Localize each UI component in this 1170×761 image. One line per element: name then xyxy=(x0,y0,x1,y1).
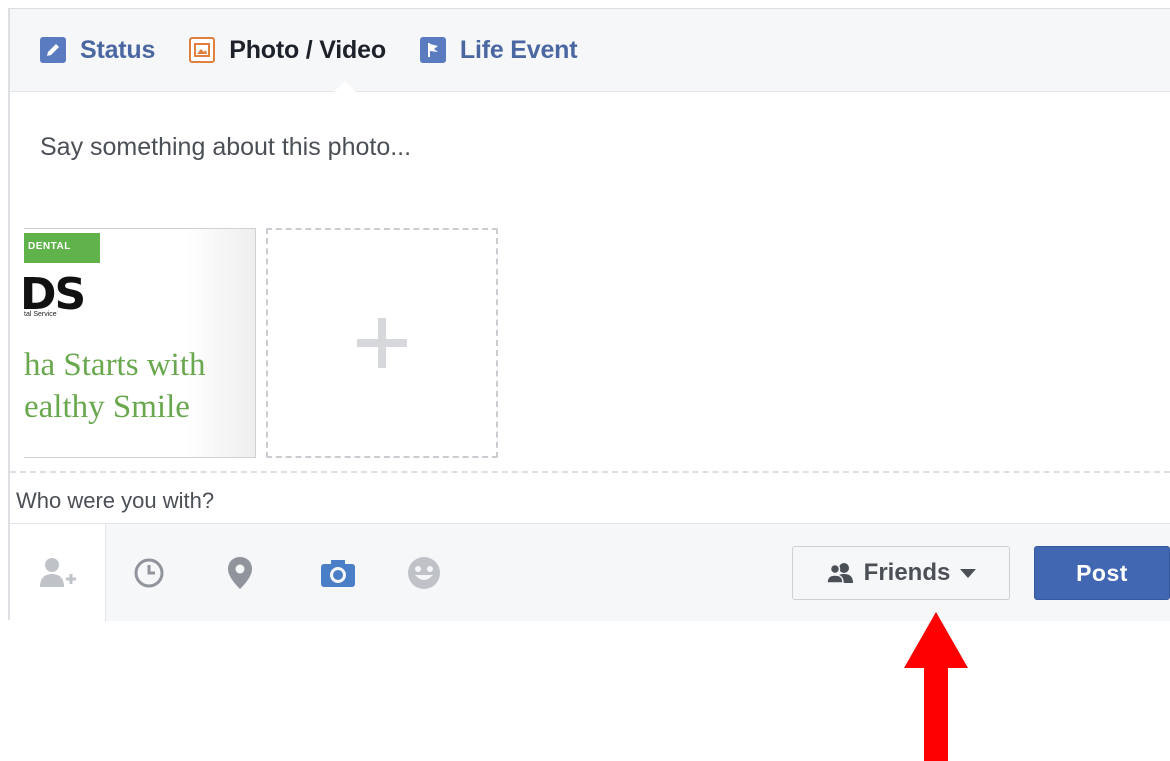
flag-icon xyxy=(419,37,446,63)
status-textarea[interactable]: Say something about this photo... xyxy=(40,133,411,162)
location-pin-icon[interactable] xyxy=(222,555,258,591)
tab-photo-video-label: Photo / Video xyxy=(229,35,386,64)
dashed-divider xyxy=(10,471,1170,473)
thumbnail-banner: DENTAL xyxy=(24,233,100,263)
add-photo-button[interactable] xyxy=(266,228,498,458)
tag-friends-icon xyxy=(39,558,76,587)
tab-status[interactable]: Status xyxy=(40,30,155,70)
who-were-you-with-input[interactable] xyxy=(10,479,1170,523)
tab-life-event[interactable]: Life Event xyxy=(419,30,578,70)
thumbnail-text-line-1: ha Starts with xyxy=(24,347,206,383)
camera-icon[interactable] xyxy=(320,555,356,591)
post-button[interactable]: Post xyxy=(1034,546,1170,600)
composer-footer: Friends Post xyxy=(10,523,1170,622)
audience-label: Friends xyxy=(863,559,951,586)
tag-friends-button[interactable] xyxy=(10,524,106,622)
photo-thumbnail[interactable]: DENTAL DS tal Service ha Starts with eal… xyxy=(24,228,256,458)
post-composer: Status Photo / Video Life Event Say some… xyxy=(8,8,1170,622)
chevron-down-icon xyxy=(960,568,977,578)
pencil-icon xyxy=(40,37,66,63)
red-arrow-annotation xyxy=(904,612,968,761)
composer-tabs: Status Photo / Video Life Event xyxy=(10,9,1170,92)
photo-icon xyxy=(189,37,216,63)
thumbnail-text-line-2: ealthy Smile xyxy=(24,389,190,425)
active-tab-caret xyxy=(333,81,357,93)
feeling-smiley-icon[interactable] xyxy=(406,555,442,591)
tab-status-label: Status xyxy=(80,35,156,64)
clock-icon[interactable] xyxy=(131,555,167,591)
tab-life-event-label: Life Event xyxy=(459,35,578,64)
plus-icon xyxy=(357,318,407,368)
friends-icon xyxy=(825,562,854,584)
thumbnail-small-text: tal Service xyxy=(24,311,57,318)
audience-selector-button[interactable]: Friends xyxy=(792,546,1010,600)
tab-photo-video[interactable]: Photo / Video xyxy=(189,30,386,70)
